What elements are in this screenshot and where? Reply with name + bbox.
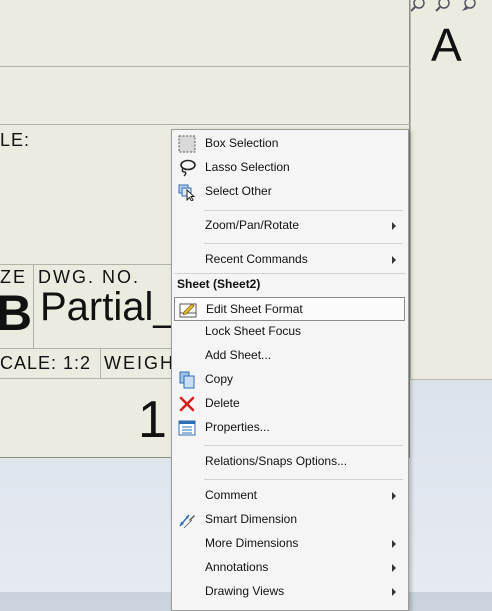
menu-separator: [204, 243, 403, 244]
menu-item-lasso-selection[interactable]: Lasso Selection: [172, 156, 408, 180]
smart-dimension-icon: [179, 514, 195, 529]
menu-item-label: More Dimensions: [205, 536, 299, 550]
delete-icon: [179, 396, 195, 412]
menu-item-box-selection[interactable]: Box Selection: [172, 132, 408, 156]
submenu-arrow-icon: [392, 564, 396, 572]
scale-label: LE:: [0, 130, 31, 150]
title-block-line: [0, 348, 172, 349]
edit-sheet-format-icon: [179, 303, 197, 318]
menu-item-label: Copy: [205, 372, 234, 386]
menu-section-header: Sheet (Sheet2): [177, 277, 261, 291]
title-block-line: [0, 124, 410, 125]
size-value: B: [0, 285, 33, 341]
menu-item-edit-sheet-format[interactable]: Edit Sheet Format: [174, 297, 405, 321]
scale-value: CALE: 1:2: [0, 353, 92, 373]
title-block-line: [0, 66, 410, 67]
title-block-line: [0, 264, 172, 265]
menu-item-more-dimensions[interactable]: More Dimensions: [172, 532, 408, 556]
menu-item-label: Recent Commands: [205, 252, 308, 266]
menu-item-label: Box Selection: [205, 136, 279, 150]
context-menu: Box Selection Lasso Selection Select Oth…: [171, 129, 409, 611]
menu-item-drawing-views[interactable]: Drawing Views: [172, 580, 408, 604]
menu-item-label: Lasso Selection: [205, 160, 290, 174]
submenu-arrow-icon: [392, 588, 396, 596]
submenu-arrow-icon: [392, 222, 396, 230]
menu-separator: [174, 273, 406, 274]
zoom-area-icon[interactable]: [435, 0, 451, 12]
menu-item-label: Relations/Snaps Options...: [205, 454, 348, 468]
submenu-arrow-icon: [392, 492, 396, 500]
menu-item-label: Annotations: [205, 560, 269, 574]
properties-icon: [178, 420, 196, 436]
menu-item-comment[interactable]: Comment: [172, 484, 408, 508]
menu-item-smart-dimension[interactable]: Smart Dimension: [172, 508, 408, 532]
menu-item-label: Add Sheet...: [205, 348, 272, 362]
menu-item-annotations[interactable]: Annotations: [172, 556, 408, 580]
menu-item-label: Edit Sheet Format: [206, 302, 303, 316]
title-block-line: [33, 264, 34, 348]
right-title-strip: A: [410, 0, 492, 380]
menu-item-properties[interactable]: Properties...: [172, 416, 408, 440]
menu-item-label: Select Other: [205, 184, 272, 198]
menu-item-label: Smart Dimension: [205, 512, 298, 526]
revision-letter: A: [431, 19, 462, 71]
menu-separator: [204, 445, 403, 446]
menu-item-select-other[interactable]: Select Other: [172, 180, 408, 204]
menu-item-delete[interactable]: Delete: [172, 392, 408, 416]
menu-item-relations-snaps-options[interactable]: Relations/Snaps Options...: [172, 450, 408, 474]
menu-item-copy[interactable]: Copy: [172, 368, 408, 392]
sheet-number: 1: [138, 391, 167, 449]
menu-separator: [204, 479, 403, 480]
menu-item-label: Comment: [205, 488, 258, 502]
menu-item-label: Delete: [205, 396, 240, 410]
copy-icon: [179, 371, 195, 389]
box-selection-icon: [178, 135, 196, 153]
dwg-no-value: Partial_: [40, 285, 176, 329]
menu-item-recent-commands[interactable]: Recent Commands: [172, 248, 408, 272]
menu-item-add-sheet[interactable]: Add Sheet...: [172, 344, 408, 368]
select-other-icon: [178, 184, 196, 201]
zoom-fit-icon[interactable]: [411, 0, 427, 12]
submenu-arrow-icon: [392, 540, 396, 548]
submenu-arrow-icon: [392, 256, 396, 264]
menu-item-label: Zoom/Pan/Rotate: [205, 218, 300, 232]
menu-item-label: Lock Sheet Focus: [205, 324, 302, 338]
lasso-selection-icon: [180, 159, 196, 177]
previous-view-icon[interactable]: [461, 0, 477, 12]
menu-item-label: Drawing Views: [205, 584, 285, 598]
menu-item-lock-sheet-focus[interactable]: Lock Sheet Focus: [172, 320, 408, 344]
title-block-line: [100, 348, 101, 378]
menu-item-label: Properties...: [205, 420, 270, 434]
menu-separator: [204, 210, 403, 211]
menu-item-zoom-pan-rotate[interactable]: Zoom/Pan/Rotate: [172, 214, 408, 238]
